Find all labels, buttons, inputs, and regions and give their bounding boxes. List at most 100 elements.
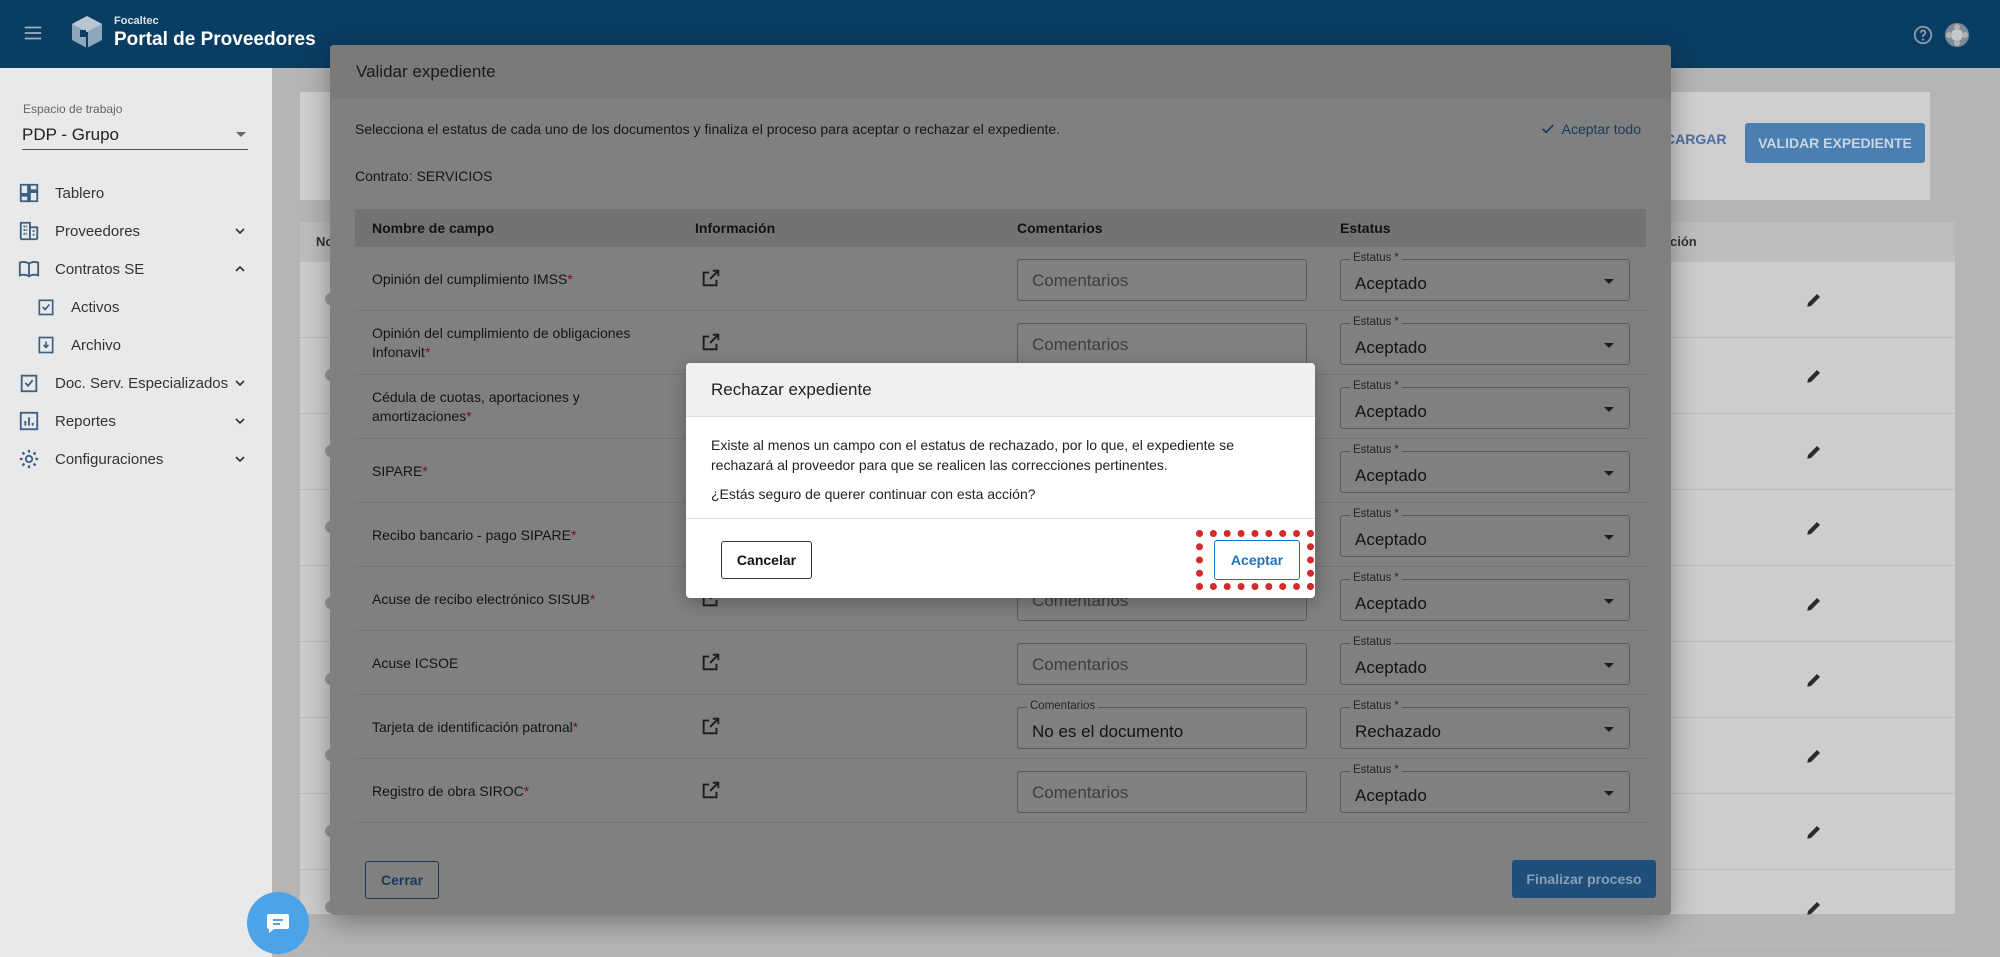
status-label: Estatus: [1350, 636, 1395, 648]
dropdown-arrow-icon: [1603, 790, 1615, 797]
sidebar-item-doc-serv-especializados[interactable]: Doc. Serv. Especializados: [0, 364, 272, 402]
accept-all-button[interactable]: Aceptar todo: [1540, 121, 1641, 137]
sidebar-item-label: Proveedores: [55, 222, 141, 240]
field-name: Opinión del cumplimiento IMSS*: [372, 270, 573, 287]
chevron-down-icon: [232, 223, 248, 239]
sidebar-item-activos[interactable]: Activos: [0, 288, 272, 326]
sidebar-item-archivo[interactable]: Archivo: [0, 326, 272, 364]
comment-input[interactable]: Comentarios No es el documento: [1017, 700, 1307, 749]
status-value: Aceptado: [1355, 338, 1427, 357]
dropdown-arrow-icon: [1603, 598, 1615, 605]
sidebar-item-label: Contratos SE: [55, 260, 145, 278]
avatar[interactable]: [1944, 22, 1970, 48]
workspace-select[interactable]: PDP - Grupo: [22, 120, 248, 150]
status-value: Aceptado: [1355, 530, 1427, 549]
dropdown-arrow-icon: [1603, 662, 1615, 669]
checklist-icon: [36, 297, 56, 317]
field-name: Cédula de cuotas, aportaciones y amortiz…: [372, 389, 580, 424]
sidebar-item-label: Doc. Serv. Especializados: [55, 374, 229, 392]
close-button[interactable]: Cerrar: [365, 861, 439, 899]
sidebar-item-label: Reportes: [55, 412, 116, 430]
status-select[interactable]: Estatus * Aceptado: [1340, 380, 1630, 429]
field-name: Recibo bancario - pago SIPARE*: [372, 526, 577, 543]
table-row: Opinión del cumplimiento IMSS* Comentari…: [355, 247, 1646, 311]
dropdown-arrow-icon: [1603, 534, 1615, 541]
status-select[interactable]: Estatus * Aceptado: [1340, 252, 1630, 301]
modal-footer: Cerrar Finalizar proceso: [330, 843, 1671, 915]
archive-icon: [36, 335, 56, 355]
field-name: Tarjeta de identificación patronal*: [372, 718, 579, 735]
building-icon: [18, 220, 40, 242]
field-name: Acuse ICSOE: [372, 654, 459, 671]
modal-description: Selecciona el estatus de cada uno de los…: [355, 121, 1061, 137]
status-label: Estatus *: [1350, 252, 1403, 264]
required-asterisk: *: [567, 270, 573, 287]
comment-input[interactable]: Comentarios: [1017, 259, 1307, 301]
dialog-question: ¿Estás seguro de querer continuar con es…: [711, 486, 1036, 502]
required-asterisk: *: [466, 408, 472, 424]
open-in-new-icon[interactable]: [700, 267, 722, 289]
status-value: Aceptado: [1355, 658, 1427, 677]
accept-button[interactable]: Aceptar: [1214, 540, 1300, 580]
chevron-down-icon: [232, 413, 248, 429]
open-in-new-icon[interactable]: [700, 779, 722, 801]
status-value: Aceptado: [1355, 274, 1427, 293]
status-select[interactable]: Estatus * Aceptado: [1340, 508, 1630, 557]
status-select[interactable]: Estatus Aceptado: [1340, 636, 1630, 685]
status-select[interactable]: Estatus * Aceptado: [1340, 764, 1630, 813]
dropdown-arrow-icon: [234, 131, 248, 139]
open-in-new-icon[interactable]: [700, 715, 722, 737]
cancel-button[interactable]: Cancelar: [721, 541, 812, 579]
column-header-comments: Comentarios: [1017, 220, 1103, 236]
comment-input[interactable]: Comentarios: [1017, 323, 1307, 365]
hamburger-menu-icon[interactable]: [22, 22, 44, 44]
sidebar-item-configuraciones[interactable]: Configuraciones: [0, 440, 272, 478]
required-asterisk: *: [570, 526, 577, 543]
comment-input[interactable]: Comentarios: [1017, 643, 1307, 685]
field-name: Registro de obra SIROC*: [372, 782, 530, 799]
pencil-icon: [1805, 519, 1823, 537]
brand-name: Portal de Proveedores: [114, 28, 316, 50]
finish-process-button[interactable]: Finalizar proceso: [1512, 860, 1656, 898]
status-value: Aceptado: [1355, 594, 1427, 613]
dialog-message: Existe al menos un campo con el estatus …: [711, 437, 1234, 473]
sidebar-item-proveedores[interactable]: Proveedores: [0, 212, 272, 250]
status-select[interactable]: Estatus * Aceptado: [1340, 572, 1630, 621]
pencil-icon: [1805, 291, 1823, 309]
chart-icon: [18, 410, 40, 432]
help-icon[interactable]: [1912, 24, 1934, 46]
status-select[interactable]: Estatus * Rechazado: [1340, 700, 1630, 749]
sidebar-item-label: Activos: [71, 298, 120, 316]
sidebar-item-contratos-se[interactable]: Contratos SE: [0, 250, 272, 288]
box-logo-icon: [70, 14, 104, 50]
open-in-new-icon[interactable]: [700, 651, 722, 673]
dialog-title: Rechazar expediente: [686, 363, 1315, 417]
comment-value: No es el documento: [1032, 722, 1184, 741]
field-name: Opinión del cumplimiento de obligaciones…: [372, 325, 631, 360]
status-label: Estatus *: [1350, 380, 1403, 392]
book-icon: [18, 258, 40, 280]
table-row: Registro de obra SIROC* Comentarios Esta…: [355, 759, 1646, 823]
status-select[interactable]: Estatus * Aceptado: [1340, 316, 1630, 365]
sidebar-item-tablero[interactable]: Tablero: [0, 174, 272, 212]
status-select[interactable]: Estatus * Aceptado: [1340, 444, 1630, 493]
chat-button[interactable]: [247, 892, 309, 954]
accept-all-label: Aceptar todo: [1561, 121, 1641, 137]
column-header-info: Información: [695, 220, 776, 236]
open-in-new-icon[interactable]: [700, 331, 722, 353]
table-row: Acuse ICSOE Comentarios Estatus Aceptado: [355, 631, 1646, 695]
sidebar-item-label: Configuraciones: [55, 450, 164, 468]
workspace-label: Espacio de trabajo: [23, 102, 123, 116]
comment-input[interactable]: Comentarios: [1017, 771, 1307, 813]
brand-small-text: Focaltec: [114, 14, 159, 27]
required-asterisk: *: [422, 462, 428, 479]
pencil-icon: [1805, 671, 1823, 689]
checklist-icon: [18, 372, 40, 394]
brand-logo[interactable]: Focaltec Portal de Proveedores: [70, 14, 316, 50]
sidebar-item-reportes[interactable]: Reportes: [0, 402, 272, 440]
sidebar-item-label: Archivo: [71, 336, 122, 354]
field-name: SIPARE*: [372, 462, 428, 479]
status-value: Aceptado: [1355, 466, 1427, 485]
dropdown-arrow-icon: [1603, 278, 1615, 285]
required-asterisk: *: [589, 590, 596, 607]
